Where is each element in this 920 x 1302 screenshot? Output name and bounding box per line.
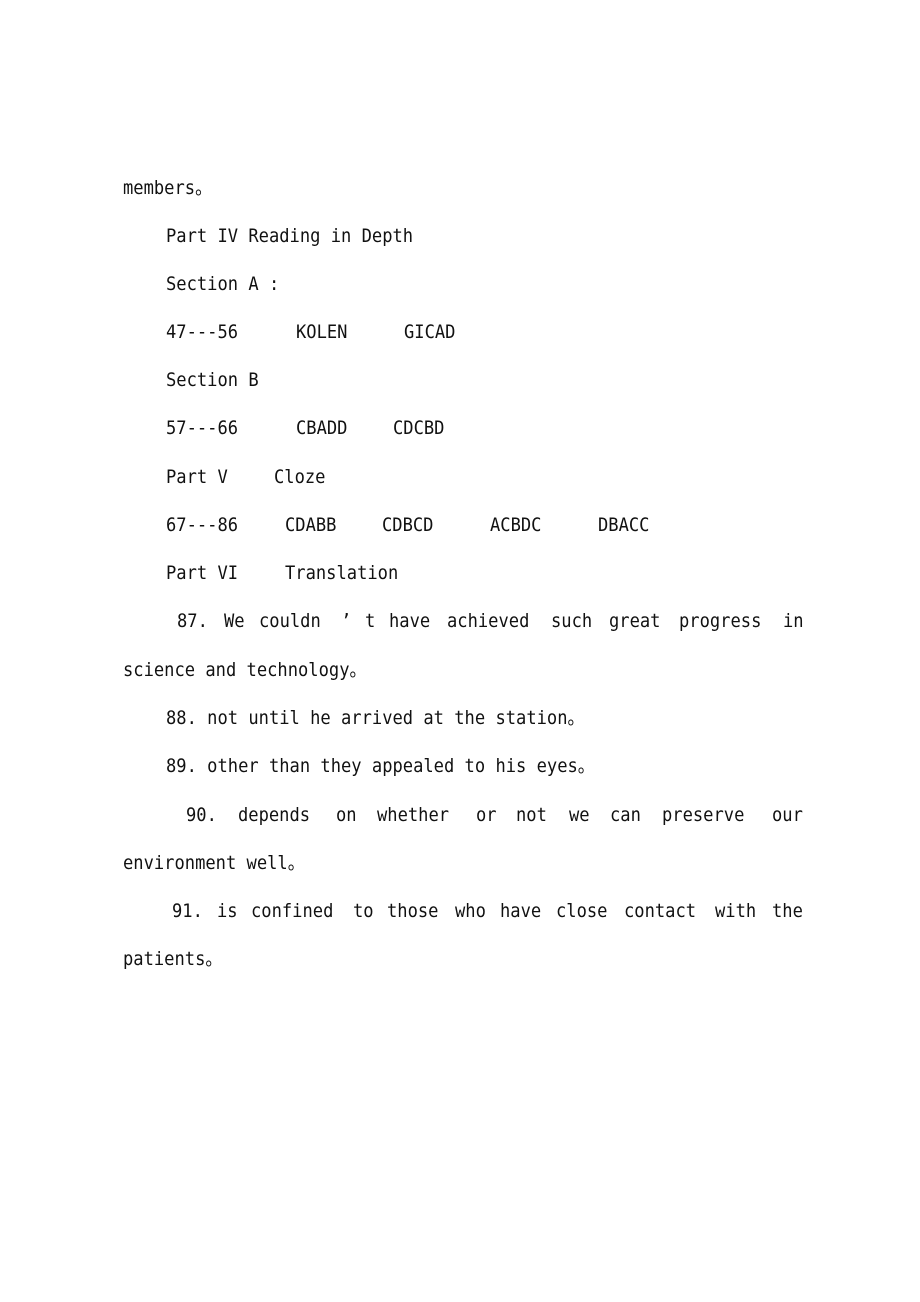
part5-range: 67---86 — [166, 514, 239, 536]
translation-90-line2: environment well。 — [123, 852, 305, 874]
part5-answer-group: CDABB — [285, 514, 337, 536]
part5-label: Part V — [166, 466, 228, 488]
continuation-text: members。 — [123, 177, 213, 199]
section-b-label: Section B — [166, 369, 259, 391]
translation-91-line1: 91. is confined to those who have close contact w… — [172, 899, 806, 923]
translation-word: have — [388, 610, 430, 632]
section-b-range: 57---66 — [166, 417, 239, 439]
translation-word: whether — [377, 804, 450, 826]
translation-word: those — [386, 900, 439, 922]
translation-word: can — [609, 804, 641, 826]
translation-word: progress — [678, 610, 762, 632]
translation-word: 91. — [172, 900, 203, 922]
section-b-answer-group: CDCBD — [393, 417, 445, 439]
translation-word: couldn — [259, 610, 322, 632]
translation-word: with — [715, 900, 757, 922]
part4-heading: Part IV Reading in Depth — [166, 225, 414, 247]
translation-word: we — [568, 804, 590, 826]
translation-word: depends — [238, 804, 311, 826]
translation-91-line2: patients。 — [123, 948, 223, 970]
translation-word: not — [516, 804, 548, 826]
part5-answer-group: ACBDC — [490, 514, 542, 536]
translation-word: preserve — [662, 804, 745, 826]
section-a-answer-group: GICAD — [404, 321, 456, 343]
translation-88: 88. not until he arrived at the station。 — [166, 707, 585, 729]
translation-87-line2: science and technology。 — [123, 659, 367, 681]
section-a-label: Section A : — [166, 273, 280, 295]
part6-title: Translation — [285, 562, 399, 584]
part5-title: Cloze — [274, 466, 326, 488]
translation-word: We — [223, 610, 245, 632]
translation-89: 89. other than they appealed to his eyes… — [166, 755, 595, 777]
translation-87-line1: 87. We couldn ’ t have achieved such great progre… — [177, 609, 806, 633]
translation-word: or — [475, 804, 497, 826]
translation-word: who — [454, 900, 486, 922]
translation-word: close — [556, 900, 608, 922]
section-b-answer-group: CBADD — [296, 417, 348, 439]
translation-word: great — [609, 610, 661, 632]
part5-answer-group: DBACC — [598, 514, 650, 536]
translation-word: the — [771, 900, 803, 922]
part5-answer-group: CDBCD — [382, 514, 434, 536]
translation-word: ’ — [340, 610, 351, 632]
translation-word: such — [550, 610, 593, 632]
translation-word: our — [771, 804, 803, 826]
section-a-range: 47---56 — [166, 321, 239, 343]
translation-word: 90. — [186, 804, 217, 826]
section-a-answer-group: KOLEN — [296, 321, 348, 343]
translation-word: on — [336, 804, 358, 826]
translation-word: in — [783, 610, 804, 632]
document-page: members。 Part IV Reading in Depth Sectio… — [0, 0, 920, 1302]
translation-word: contact — [624, 900, 697, 922]
translation-word: achieved — [446, 610, 530, 632]
translation-word: is — [217, 900, 238, 922]
translation-90-line1: 90. depends on whether or not we can preserve our — [186, 803, 806, 827]
translation-word: confined — [250, 900, 334, 922]
translation-word: to — [353, 900, 374, 922]
translation-word: 87. — [177, 610, 208, 632]
part6-label: Part VI — [166, 562, 239, 584]
translation-word: t — [364, 610, 375, 632]
translation-word: have — [499, 900, 541, 922]
